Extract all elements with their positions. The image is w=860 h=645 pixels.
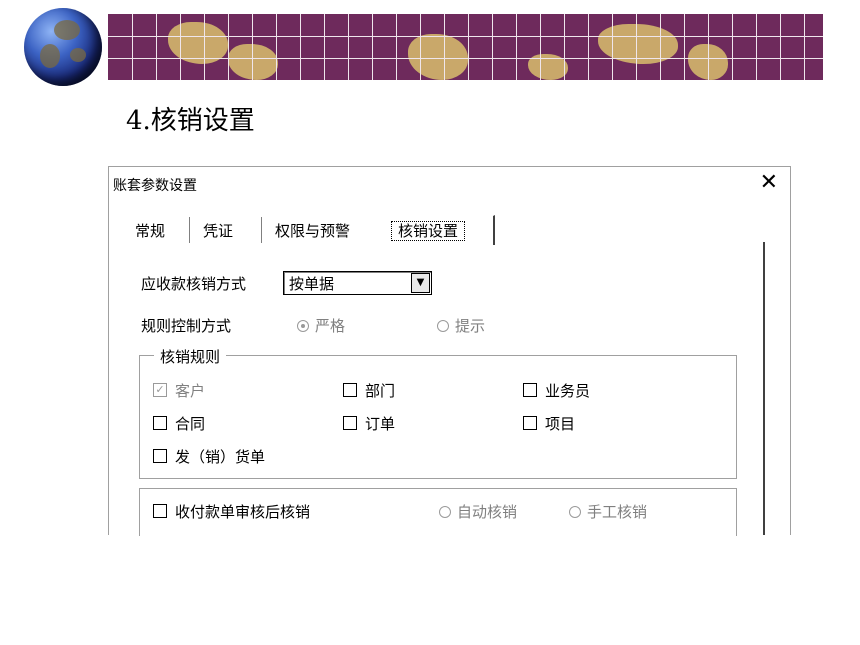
tab-divider <box>189 217 190 243</box>
checkbox-delivery-note-label: 发（销）货单 <box>175 448 266 466</box>
checkbox-salesperson-label: 业务员 <box>545 382 591 400</box>
checkbox-receipt-audit-label: 收付款单审核后核销 <box>175 503 311 521</box>
radio-strict-label: 严格 <box>315 317 346 335</box>
radio-strict[interactable] <box>297 320 309 332</box>
tab-divider <box>261 217 262 243</box>
radio-prompt-label: 提示 <box>455 317 486 335</box>
receivable-method-select[interactable]: 按单据 ▼ <box>283 271 432 295</box>
writeoff-rules-legend: 核销规则 <box>154 346 227 367</box>
checkbox-customer-label: 客户 <box>175 382 206 400</box>
checkbox-customer[interactable]: ✓ <box>153 383 167 397</box>
tab-writeoff-settings[interactable]: 核销设置 <box>387 220 469 242</box>
tab-permissions-warnings[interactable]: 权限与预警 <box>271 220 354 242</box>
tab-general[interactable]: 常规 <box>131 220 169 242</box>
receivable-method-value: 按单据 <box>289 275 335 293</box>
tab-writeoff-settings-label: 核销设置 <box>391 221 466 241</box>
settings-dialog: 账套参数设置 ✕ 常规 凭证 权限与预警 核销设置 应收款核销方式 按单据 ▼ … <box>108 166 791 536</box>
checkbox-project[interactable] <box>523 416 537 430</box>
radio-auto-writeoff[interactable] <box>439 506 451 518</box>
checkbox-delivery-note[interactable] <box>153 449 167 463</box>
checkbox-order[interactable] <box>343 416 357 430</box>
close-icon[interactable]: ✕ <box>760 169 778 197</box>
checkbox-contract[interactable] <box>153 416 167 430</box>
checkbox-department[interactable] <box>343 383 357 397</box>
checkbox-contract-label: 合同 <box>175 415 206 433</box>
checkbox-receipt-audit[interactable] <box>153 504 167 518</box>
radio-manual-writeoff-label: 手工核销 <box>587 503 648 521</box>
header-banner <box>108 14 823 80</box>
page-title: 4.核销设置 <box>126 106 255 136</box>
radio-manual-writeoff[interactable] <box>569 506 581 518</box>
checkbox-department-label: 部门 <box>365 382 396 400</box>
checkbox-order-label: 订单 <box>365 415 396 433</box>
rule-control-label: 规则控制方式 <box>141 317 232 335</box>
checkbox-project-label: 项目 <box>545 415 576 433</box>
tab-voucher[interactable]: 凭证 <box>199 220 237 242</box>
panel-border <box>763 242 765 535</box>
chevron-down-icon[interactable]: ▼ <box>411 273 430 293</box>
dialog-title: 账套参数设置 <box>113 178 197 194</box>
radio-prompt[interactable] <box>437 320 449 332</box>
checkbox-salesperson[interactable] <box>523 383 537 397</box>
receivable-method-label: 应收款核销方式 <box>141 275 247 293</box>
globe-icon <box>24 8 102 86</box>
radio-auto-writeoff-label: 自动核销 <box>457 503 518 521</box>
